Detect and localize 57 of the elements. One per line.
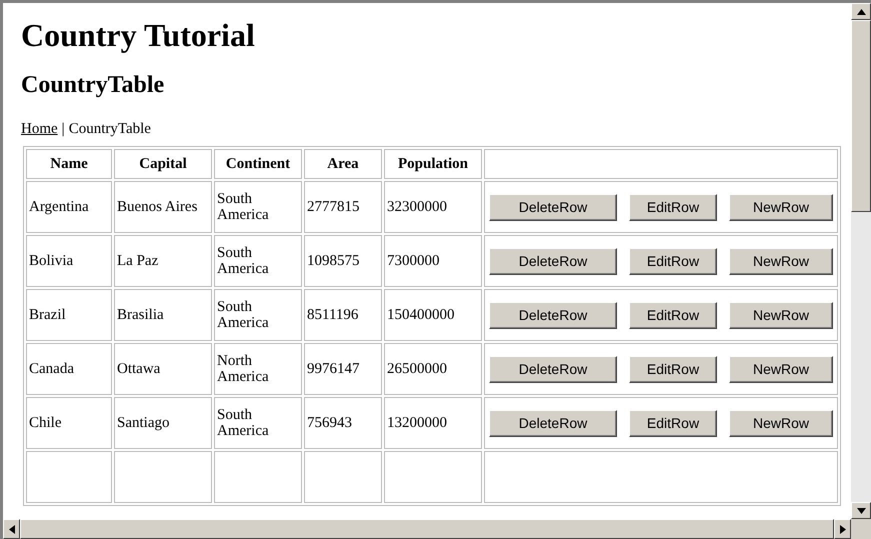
row-action-button[interactable]: NewRow [729, 194, 833, 220]
column-header: Continent [214, 149, 302, 179]
table-cell: South America [214, 397, 302, 449]
table-cell: Canada [26, 343, 112, 395]
column-header: Capital [114, 149, 212, 179]
table-cell: 9976147 [304, 343, 382, 395]
table-cell: South America [214, 235, 302, 287]
row-action-button[interactable]: EditRow [629, 194, 717, 220]
row-action-button[interactable]: EditRow [629, 248, 717, 274]
row-action-button[interactable]: EditRow [629, 302, 717, 328]
row-action-button[interactable]: DeleteRow [489, 302, 617, 328]
scrollbar-corner [851, 519, 871, 539]
down-arrow-icon [856, 508, 866, 514]
row-action-button[interactable]: NewRow [729, 356, 833, 382]
right-arrow-icon [840, 524, 846, 534]
table-cell: Argentina [26, 181, 112, 233]
row-action-button[interactable]: DeleteRow [489, 194, 617, 220]
page-heading: Country Tutorial [21, 17, 256, 54]
row-action-button[interactable]: NewRow [729, 410, 833, 436]
table-cell: 2777815 [304, 181, 382, 233]
page-subheading: CountryTable [21, 72, 166, 99]
row-action-button[interactable]: DeleteRow [489, 248, 617, 274]
horizontal-scrollbar[interactable] [3, 519, 851, 539]
column-header: Population [384, 149, 482, 179]
table-cell: North America [214, 343, 302, 395]
table-cell: Brasilia [114, 289, 212, 341]
table-cell: Chile [26, 397, 112, 449]
table-cell: Bolivia [26, 235, 112, 287]
table-cell: Santiago [114, 397, 212, 449]
table-cell: South America [214, 181, 302, 233]
row-action-button[interactable]: NewRow [729, 248, 833, 274]
table-cell: Ottawa [114, 343, 212, 395]
home-link[interactable]: Home [21, 121, 58, 138]
breadcrumb-current: CountryTable [68, 121, 151, 138]
column-header: Name [26, 149, 112, 179]
table-cell: La Paz [114, 235, 212, 287]
row-action-button[interactable]: EditRow [629, 356, 717, 382]
table-cell: 7300000 [384, 235, 482, 287]
table-cell: 26500000 [384, 343, 482, 395]
table-cell: Brazil [26, 289, 112, 341]
table-cell: Buenos Aires [114, 181, 212, 233]
row-action-button[interactable]: DeleteRow [489, 356, 617, 382]
row-action-button[interactable]: EditRow [629, 410, 717, 436]
table-cell: 32300000 [384, 181, 482, 233]
row-action-button[interactable]: NewRow [729, 302, 833, 328]
up-arrow-icon [856, 8, 866, 14]
table-cell: 1098575 [304, 235, 382, 287]
table-cell: 150400000 [384, 289, 482, 341]
table-cell: South America [214, 289, 302, 341]
table-cell: 756943 [304, 397, 382, 449]
row-action-button[interactable]: DeleteRow [489, 410, 617, 436]
breadcrumb-separator: | [62, 121, 65, 138]
column-header: Area [304, 149, 382, 179]
left-arrow-icon [8, 524, 14, 534]
table-cell: 8511196 [304, 289, 382, 341]
vertical-scrollbar[interactable] [851, 3, 871, 519]
table-cell: 13200000 [384, 397, 482, 449]
